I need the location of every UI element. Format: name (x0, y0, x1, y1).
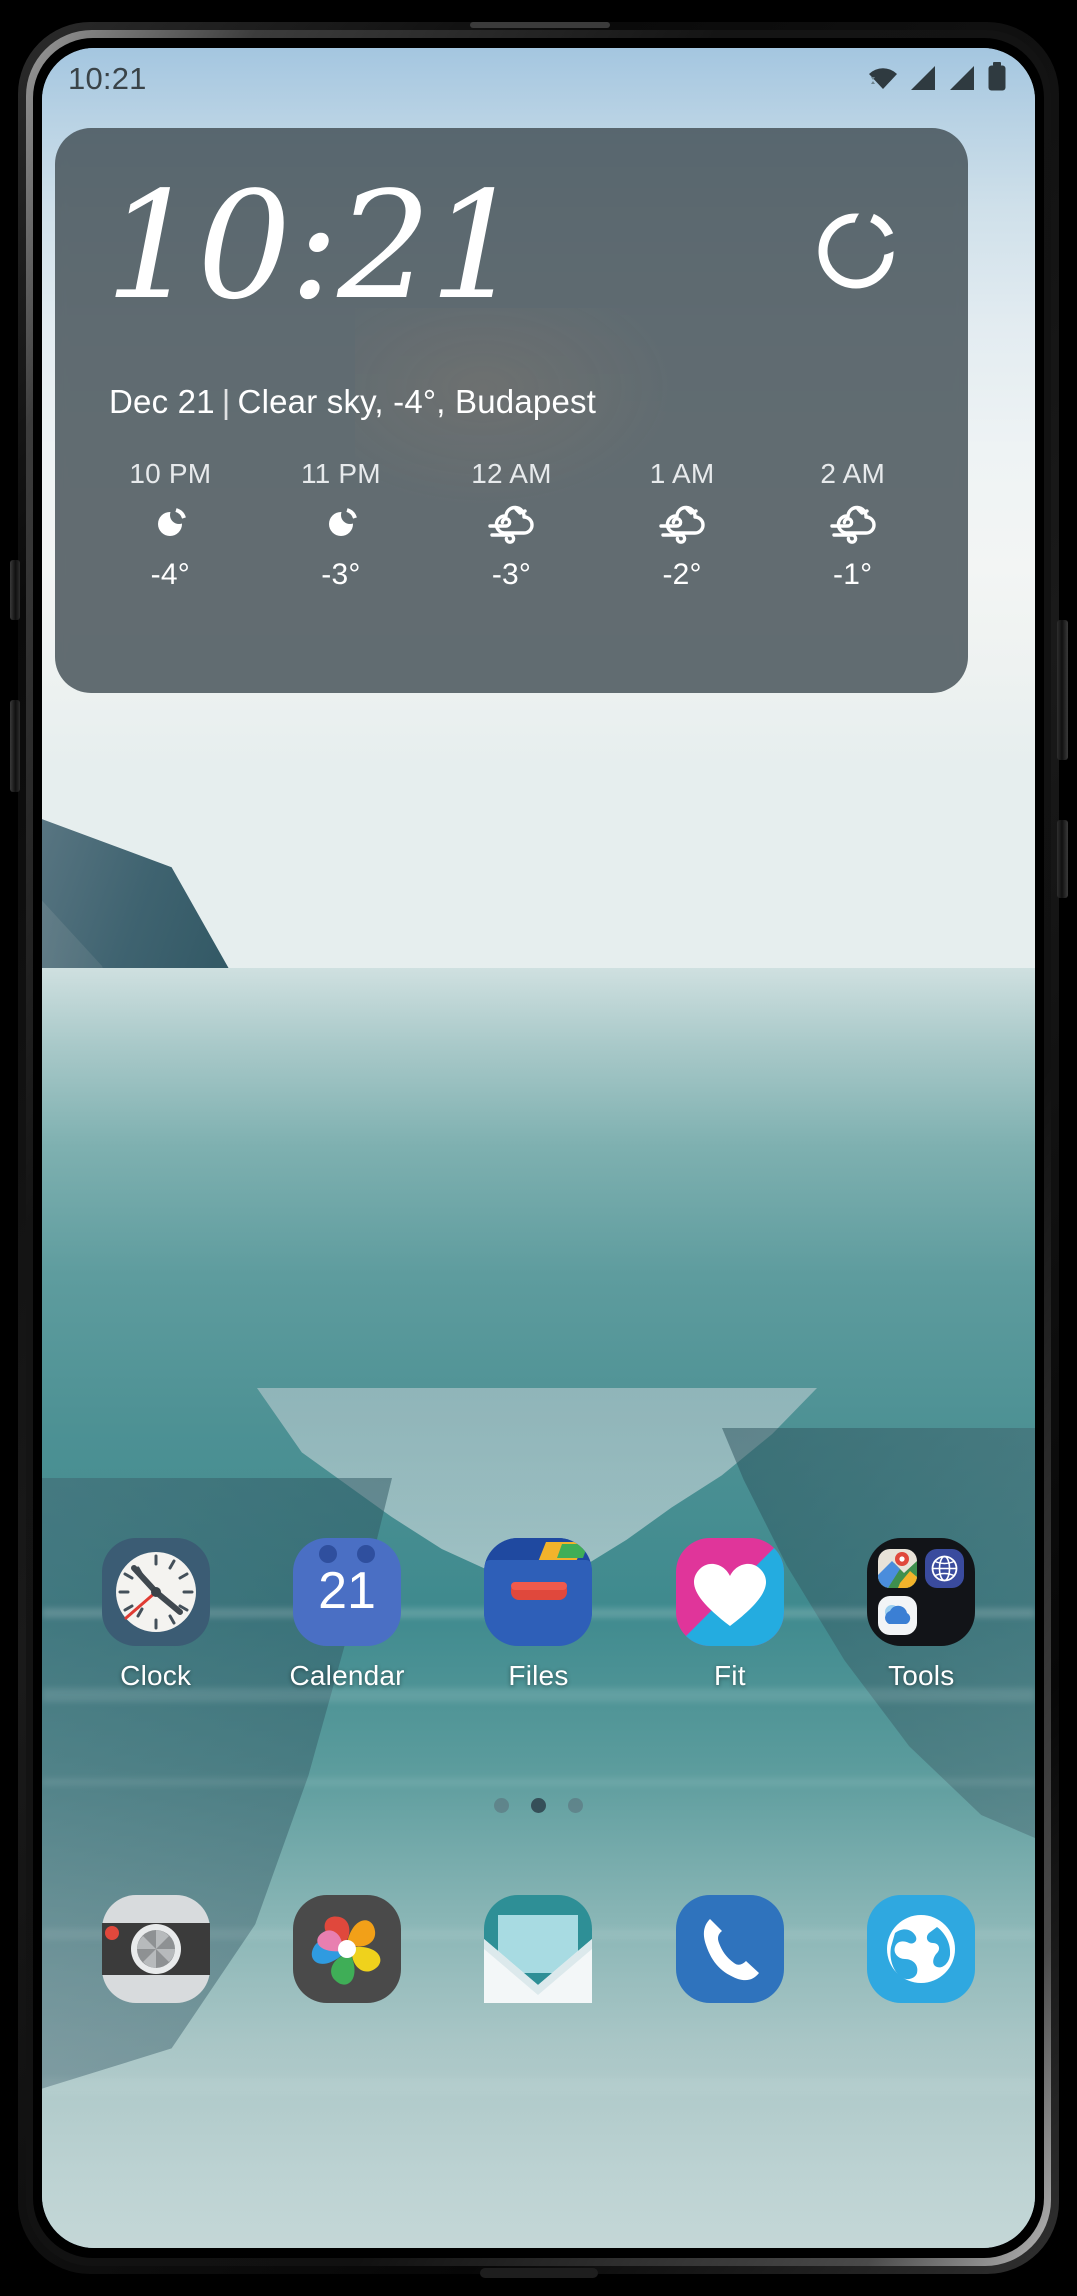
assistant-button[interactable] (1057, 820, 1068, 898)
app-label: Clock (120, 1660, 192, 1691)
windy-cloud-icon (657, 504, 707, 544)
app-label: Tools (888, 1660, 955, 1691)
weather-conditions: Clear sky, -4°, Budapest (237, 383, 597, 420)
app-fit[interactable]: Fit (645, 1538, 815, 1692)
wifi-icon (866, 64, 900, 97)
maps-icon (878, 1549, 918, 1588)
widget-clock[interactable]: 10:21 (105, 172, 524, 320)
forecast-temp: -1° (833, 558, 873, 591)
bottom-port (480, 2268, 598, 2278)
globe-browser-icon (924, 1549, 964, 1588)
signal-sim2-icon (948, 64, 978, 97)
app-files[interactable]: Files (453, 1538, 623, 1692)
forecast-time: 11 PM (300, 458, 381, 489)
weather-icon (878, 1595, 918, 1635)
status-bar-clock: 10:21 (68, 61, 147, 96)
status-bar-icons (866, 61, 1007, 97)
fit-app-icon[interactable] (675, 1538, 784, 1646)
page-dot-active[interactable] (531, 1798, 546, 1813)
clock-weather-widget[interactable]: 10:21 Dec 21 | Clear sky, -4°, Budapest … (55, 128, 968, 693)
power-button[interactable] (1057, 620, 1068, 760)
volume-button[interactable] (10, 700, 20, 792)
widget-header: 10:21 (105, 164, 918, 334)
app-label: Files (508, 1660, 569, 1691)
app-clock[interactable]: Clock (71, 1538, 241, 1692)
weather-summary: Dec 21 | Clear sky, -4°, Budapest (109, 383, 596, 421)
app-folder-tools[interactable]: Tools (836, 1538, 1006, 1692)
forecast-temp: -2° (662, 558, 702, 591)
tools-folder-icon[interactable] (867, 1538, 976, 1646)
browser-app-icon[interactable] (865, 1893, 977, 2005)
phone-app-icon[interactable] (674, 1893, 786, 2005)
phone-device: 10:21 10:21 Dec 21 | Clear sky, -4°, Bud… (0, 0, 1077, 2296)
moon-clear-icon (322, 504, 360, 544)
app-calendar[interactable]: 21 Calendar (262, 1538, 432, 1692)
forecast-hour[interactable]: 12 AM -3° (431, 458, 591, 592)
forecast-time: 12 AM (471, 458, 552, 489)
svg-text:21: 21 (318, 1562, 376, 1620)
earpiece-speaker (470, 22, 610, 28)
mute-button[interactable] (10, 560, 20, 620)
files-app-icon[interactable] (484, 1538, 593, 1646)
forecast-temp: -4° (150, 558, 190, 591)
page-dot[interactable] (494, 1798, 509, 1813)
windy-cloud-icon (486, 504, 536, 544)
forecast-time: 2 AM (820, 458, 885, 489)
page-dot[interactable] (568, 1798, 583, 1813)
moon-phase-icon (810, 205, 902, 302)
app-label: Fit (714, 1660, 746, 1691)
app-grid: Clock 21 Calendar Files Fit Tools (42, 1538, 1035, 1692)
forecast-hour[interactable]: 11 PM -3° (261, 458, 421, 592)
folder-empty-slot (925, 1596, 964, 1635)
app-label: Calendar (289, 1660, 405, 1691)
forecast-hour[interactable]: 1 AM -2° (602, 458, 762, 592)
weather-separator: | (221, 383, 231, 420)
hourly-forecast: 10 PM -4° 11 PM -3° 12 AM -3° 1 AM -2° 2… (85, 458, 938, 592)
dock (42, 1893, 1035, 2005)
camera-app-icon[interactable] (100, 1893, 212, 2005)
moon-clear-icon (151, 504, 189, 544)
status-bar: 10:21 (42, 48, 1035, 110)
weather-date: Dec 21 (109, 383, 215, 420)
clock-app-icon[interactable] (101, 1538, 210, 1646)
photos-app-icon[interactable] (291, 1893, 403, 2005)
page-indicator[interactable] (42, 1798, 1035, 1813)
phone-screen: 10:21 10:21 Dec 21 | Clear sky, -4°, Bud… (42, 48, 1035, 2248)
forecast-time: 1 AM (649, 458, 715, 489)
forecast-hour[interactable]: 2 AM -1° (773, 458, 933, 592)
battery-icon (987, 61, 1007, 97)
forecast-time: 10 PM (129, 458, 212, 489)
calendar-app-icon[interactable]: 21 (293, 1538, 402, 1646)
email-app-icon[interactable] (482, 1893, 594, 2005)
forecast-temp: -3° (491, 558, 532, 591)
signal-sim1-icon (909, 64, 939, 97)
forecast-hour[interactable]: 10 PM -4° (90, 458, 250, 592)
windy-cloud-icon (828, 504, 878, 544)
forecast-temp: -3° (321, 558, 361, 591)
